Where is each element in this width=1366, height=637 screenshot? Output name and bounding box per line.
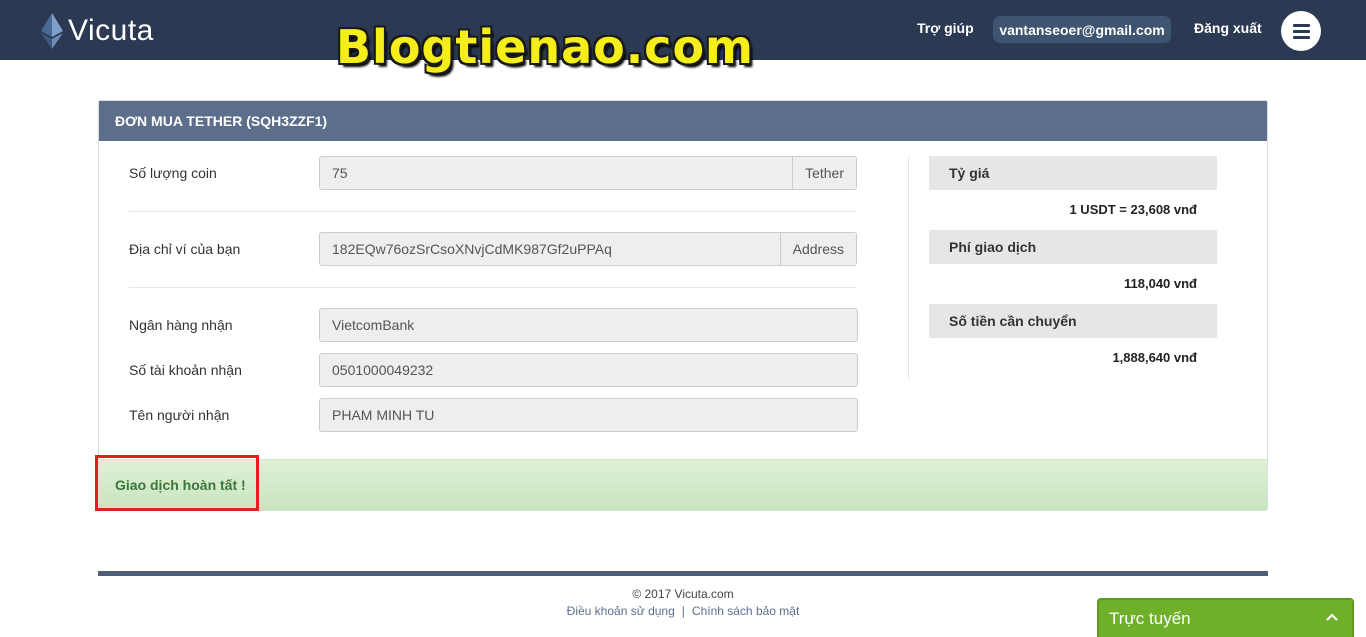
- amount-unit-addon: Tether: [792, 157, 856, 189]
- privacy-link[interactable]: Chính sách bảo mật: [692, 604, 799, 618]
- amount-field[interactable]: 75 Tether: [319, 156, 857, 190]
- watermark-text: Blogtienao.com: [336, 20, 754, 74]
- bank-field[interactable]: VietcomBank: [319, 308, 858, 342]
- receiver-name-value: PHAM MINH TU: [332, 407, 435, 423]
- amount-value: 75: [332, 165, 348, 181]
- account-label: Số tài khoản nhận: [129, 362, 242, 378]
- brand-name: Vicuta: [68, 14, 154, 47]
- receiver-name-field[interactable]: PHAM MINH TU: [319, 398, 858, 432]
- chevron-up-icon: [1326, 613, 1338, 621]
- wallet-address-addon: Address: [779, 233, 856, 265]
- divider: [129, 287, 857, 288]
- total-value: 1,888,640 vnđ: [1112, 350, 1197, 365]
- wallet-address-value: 182EQw76ozSrCsoXNvjCdMK987Gf2uPPAq: [332, 241, 612, 257]
- chat-label: Trực tuyến: [1109, 609, 1191, 628]
- nav-logout-link[interactable]: Đăng xuất: [1194, 20, 1262, 36]
- order-panel: ĐƠN MUA TETHER (SQH3ZZF1) Số lượng coin …: [98, 100, 1268, 511]
- ethereum-diamond-icon: [41, 13, 63, 49]
- footer-divider: [98, 571, 1268, 576]
- live-chat-widget[interactable]: Trực tuyến: [1097, 598, 1354, 637]
- receiver-label: Tên người nhận: [129, 407, 230, 423]
- account-number-value: 0501000049232: [332, 362, 434, 378]
- column-divider: [908, 157, 909, 379]
- hamburger-icon: [1292, 23, 1310, 27]
- brand-logo[interactable]: Vicuta: [38, 10, 154, 52]
- wallet-label: Địa chỉ ví của bạn: [129, 241, 241, 257]
- wallet-address-field[interactable]: 182EQw76ozSrCsoXNvjCdMK987Gf2uPPAq Addre…: [319, 232, 857, 266]
- order-title: ĐƠN MUA TETHER (SQH3ZZF1): [99, 101, 1267, 141]
- account-number-field[interactable]: 0501000049232: [319, 353, 858, 387]
- terms-link[interactable]: Điều khoản sử dụng: [567, 604, 675, 618]
- fee-value: 118,040 vnđ: [1124, 276, 1197, 291]
- hamburger-icon-bar: [1292, 29, 1310, 33]
- status-alert: Giao dịch hoàn tất !: [99, 459, 1267, 510]
- hamburger-menu-button[interactable]: [1281, 11, 1321, 51]
- nav-help-link[interactable]: Trợ giúp: [917, 20, 974, 36]
- rate-value: 1 USDT = 23,608 vnđ: [1069, 202, 1197, 217]
- bank-label: Ngân hàng nhận: [129, 317, 233, 333]
- fee-header: Phí giao dịch: [929, 230, 1217, 264]
- rate-header: Tỷ giá: [929, 156, 1217, 190]
- footer-separator: |: [681, 604, 685, 618]
- total-header: Số tiền cần chuyển: [929, 304, 1217, 338]
- highlight-box: [95, 455, 259, 511]
- bank-value: VietcomBank: [332, 317, 415, 333]
- divider: [129, 211, 857, 212]
- hamburger-icon-bar: [1292, 35, 1310, 39]
- user-email-badge[interactable]: vantanseoer@gmail.com: [993, 16, 1171, 43]
- amount-label: Số lượng coin: [129, 165, 217, 181]
